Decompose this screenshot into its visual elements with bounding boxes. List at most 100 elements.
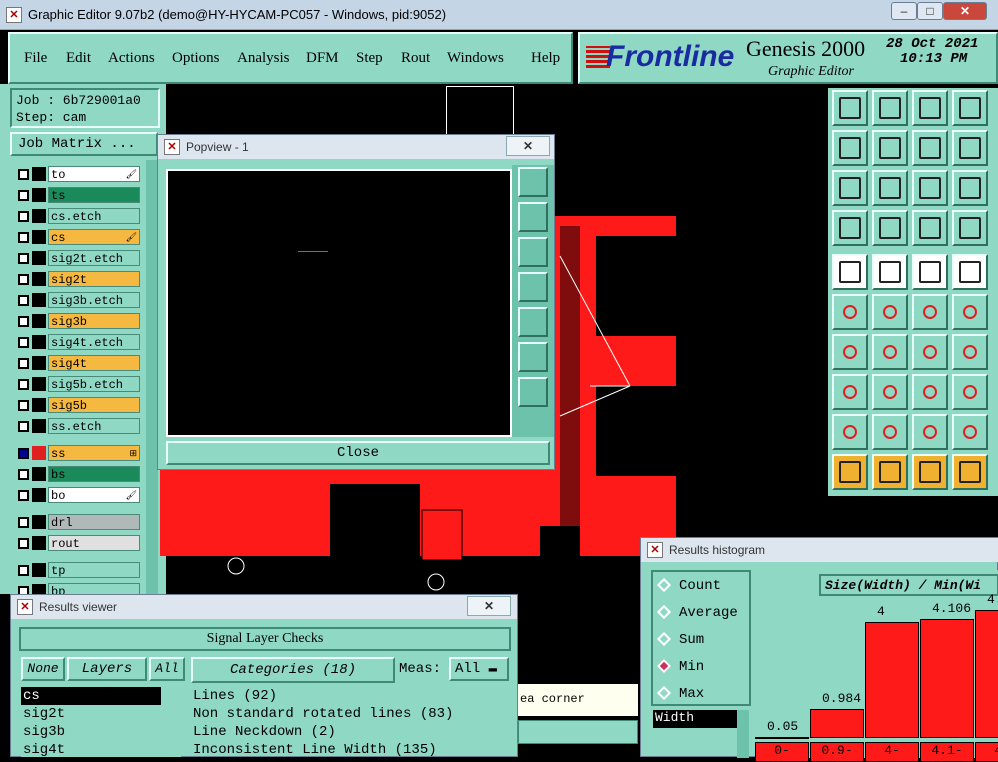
layer-checkbox[interactable] — [18, 316, 29, 327]
layer-row[interactable]: ts — [14, 187, 140, 203]
tool-button[interactable] — [912, 334, 948, 370]
menu-options[interactable]: Options — [172, 50, 220, 67]
popview-tool-button[interactable] — [518, 167, 548, 197]
tool-button[interactable] — [912, 294, 948, 330]
histogram-bar[interactable] — [810, 709, 864, 738]
tool-button[interactable] — [912, 130, 948, 166]
results-category-item[interactable]: Non standard rotated lines (83) — [191, 705, 503, 723]
minimize-button[interactable]: – — [891, 2, 917, 20]
layer-name[interactable]: rout — [48, 535, 140, 551]
popview-tool-button[interactable] — [518, 342, 548, 372]
menu-analysis[interactable]: Analysis — [237, 50, 290, 67]
tool-button[interactable] — [912, 170, 948, 206]
layer-row[interactable]: to 🖌 — [14, 166, 140, 182]
tool-button[interactable] — [872, 374, 908, 410]
results-layer-list[interactable]: cs sig2t sig3b sig4t — [21, 687, 181, 758]
popview-tool-button[interactable] — [518, 237, 548, 267]
histogram-option-sum[interactable]: Sum — [656, 631, 749, 652]
tool-button[interactable] — [952, 210, 988, 246]
tool-button[interactable] — [952, 170, 988, 206]
results-layer-item[interactable]: sig2t — [21, 705, 181, 723]
layer-checkbox[interactable] — [18, 274, 29, 285]
histogram-bar[interactable] — [920, 619, 974, 738]
tool-button[interactable] — [832, 90, 868, 126]
tool-button[interactable] — [912, 254, 948, 290]
results-viewer-close-x[interactable]: ✕ — [467, 596, 511, 616]
tool-button[interactable] — [832, 454, 868, 490]
popview-tool-button[interactable] — [518, 272, 548, 302]
popview-tool-button[interactable] — [518, 377, 548, 407]
tool-button[interactable] — [872, 170, 908, 206]
tool-button[interactable] — [832, 374, 868, 410]
tool-button[interactable] — [872, 414, 908, 450]
tool-button[interactable] — [912, 454, 948, 490]
layer-row[interactable]: tp — [14, 562, 140, 578]
menu-help[interactable]: Help — [531, 50, 560, 67]
layer-row[interactable]: ss.etch — [14, 418, 140, 434]
tool-button[interactable] — [952, 334, 988, 370]
layer-checkbox[interactable] — [18, 448, 29, 459]
tool-button[interactable] — [912, 90, 948, 126]
meas-select[interactable]: All ▬ — [449, 657, 509, 681]
tool-button[interactable] — [832, 414, 868, 450]
menu-file[interactable]: File — [24, 50, 47, 67]
menu-edit[interactable]: Edit — [66, 50, 91, 67]
results-category-item[interactable]: Inconsistent Line Width (135) — [191, 741, 503, 759]
tool-button[interactable] — [832, 334, 868, 370]
popview-tool-button[interactable] — [518, 202, 548, 232]
layer-row[interactable]: sig5b.etch — [14, 376, 140, 392]
layer-checkbox[interactable] — [18, 490, 29, 501]
tool-button[interactable] — [872, 210, 908, 246]
layer-checkbox[interactable] — [18, 400, 29, 411]
tool-button[interactable] — [952, 90, 988, 126]
histogram-option-count[interactable]: Count — [656, 577, 749, 598]
results-category-list[interactable]: Lines (92) Non standard rotated lines (83… — [191, 687, 503, 759]
layer-checkbox[interactable] — [18, 169, 29, 180]
popview-canvas[interactable] — [166, 169, 512, 437]
layer-name[interactable]: sig3b.etch — [48, 292, 140, 308]
layer-checkbox[interactable] — [18, 295, 29, 306]
layer-checkbox[interactable] — [18, 379, 29, 390]
menu-actions[interactable]: Actions — [108, 50, 155, 67]
tool-button[interactable] — [832, 294, 868, 330]
layer-name[interactable]: cs.etch — [48, 208, 140, 224]
layer-row[interactable]: sig5b — [14, 397, 140, 413]
layer-name[interactable]: ts — [48, 187, 140, 203]
all-layers-button[interactable]: All — [149, 657, 185, 681]
tool-button[interactable] — [912, 210, 948, 246]
radio-diamond-icon[interactable] — [656, 577, 672, 593]
layer-name[interactable]: bs — [48, 466, 140, 482]
layer-row[interactable]: sig2t — [14, 271, 140, 287]
menu-step[interactable]: Step — [356, 50, 383, 67]
tool-button[interactable] — [832, 130, 868, 166]
radio-diamond-icon[interactable] — [656, 685, 672, 701]
tool-button[interactable] — [832, 254, 868, 290]
menu-dfm[interactable]: DFM — [306, 50, 339, 67]
layer-name[interactable]: to 🖌 — [48, 166, 140, 182]
menu-rout[interactable]: Rout — [401, 50, 430, 67]
histogram-bar[interactable] — [755, 737, 809, 739]
tool-button[interactable] — [832, 210, 868, 246]
histogram-bar[interactable] — [975, 610, 998, 738]
layer-row[interactable]: sig3b — [14, 313, 140, 329]
tool-button[interactable] — [872, 334, 908, 370]
layer-row[interactable]: sig4t — [14, 355, 140, 371]
tool-button[interactable] — [912, 374, 948, 410]
radio-diamond-icon[interactable] — [656, 604, 672, 620]
results-category-item[interactable]: Lines (92) — [191, 687, 503, 705]
tool-button[interactable] — [872, 454, 908, 490]
layer-name[interactable]: drl — [48, 514, 140, 530]
layer-row[interactable]: ss ⊞ — [14, 445, 140, 461]
layer-name[interactable]: sig2t.etch — [48, 250, 140, 266]
radio-diamond-icon[interactable] — [656, 658, 672, 674]
layer-checkbox[interactable] — [18, 421, 29, 432]
popview-tool-button[interactable] — [518, 307, 548, 337]
layer-row[interactable]: cs.etch — [14, 208, 140, 224]
field-scrollbar[interactable] — [737, 710, 749, 758]
tool-button[interactable] — [872, 254, 908, 290]
layer-checkbox[interactable] — [18, 538, 29, 549]
histogram-option-max[interactable]: Max — [656, 685, 749, 706]
layer-row[interactable]: sig2t.etch — [14, 250, 140, 266]
menu-windows[interactable]: Windows — [447, 50, 504, 67]
histogram-option-min[interactable]: Min — [656, 658, 749, 679]
